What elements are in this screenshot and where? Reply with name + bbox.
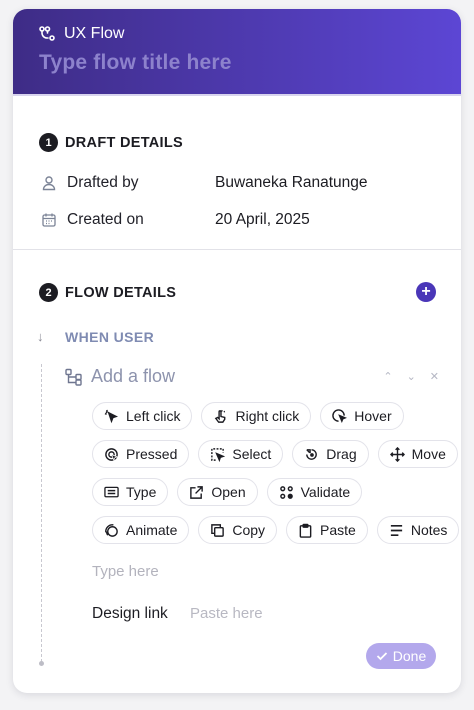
chip-label: Type: [126, 484, 157, 500]
select-box-icon: [211, 447, 226, 462]
animate-icon: [105, 523, 118, 537]
chevron-down-icon[interactable]: ⌄: [407, 370, 416, 383]
add-flow-row: Add a flow ⌃ ⌄ ✕: [65, 366, 439, 387]
pressed-chip[interactable]: Pressed: [92, 440, 190, 468]
chip-label: Select: [232, 446, 272, 462]
design-link-label: Design link: [92, 605, 168, 622]
done-button[interactable]: Done: [366, 643, 436, 669]
chip-row: Animate Copy Paste Notes: [92, 516, 460, 544]
add-flow-button[interactable]: +: [416, 282, 436, 302]
draft-details-section: 1 DRAFT DETAILS Drafted by Buwaneka Rana…: [13, 98, 461, 250]
pointer-hand-icon: [215, 409, 226, 423]
right-click-chip[interactable]: Right click: [201, 402, 312, 430]
chip-label: Right click: [235, 408, 300, 424]
copy-chip[interactable]: Copy: [198, 516, 278, 544]
type-here-input[interactable]: [92, 563, 392, 580]
cursor-click-icon: [104, 409, 119, 423]
move-chip[interactable]: Move: [377, 440, 458, 468]
chip-label: Move: [411, 446, 446, 462]
left-click-chip[interactable]: Left click: [92, 402, 193, 430]
arrow-down-icon: ↓: [37, 329, 44, 344]
animate-chip[interactable]: Animate: [92, 516, 190, 544]
drafted-by-label: Drafted by: [67, 174, 139, 191]
done-label: Done: [392, 648, 427, 664]
drag-chip[interactable]: Drag: [292, 440, 369, 468]
keyboard-icon: [104, 486, 119, 497]
timeline-line: [41, 364, 42, 662]
draft-details-heading: 1 DRAFT DETAILS: [39, 133, 183, 152]
chip-label: Validate: [300, 484, 351, 500]
clipboard-icon: [299, 523, 312, 538]
drafted-by-row: Drafted by Buwaneka Ranatunge: [41, 174, 368, 192]
type-chip[interactable]: Type: [92, 478, 169, 506]
open-chip[interactable]: Open: [177, 478, 258, 506]
ux-flow-card: UX Flow 1 DRAFT DETAILS Drafted by Buwan…: [13, 9, 461, 693]
chip-label: Animate: [126, 522, 178, 538]
calendar-icon: [41, 212, 57, 228]
select-chip[interactable]: Select: [198, 440, 284, 468]
step-number-badge: 2: [39, 283, 58, 302]
section-title: DRAFT DETAILS: [65, 134, 184, 151]
action-chips: Left click Right click Hover Pressed Sel…: [92, 402, 460, 554]
notes-lines-icon: [390, 524, 402, 536]
check-icon: [376, 652, 387, 661]
press-target-icon: [105, 447, 119, 461]
section-title: FLOW DETAILS: [65, 284, 177, 301]
step-number-badge: 1: [39, 133, 58, 152]
paste-chip[interactable]: Paste: [286, 516, 368, 544]
flow-controls: ⌃ ⌄ ✕: [383, 370, 439, 383]
created-on-label: Created on: [67, 211, 144, 228]
close-icon[interactable]: ✕: [430, 370, 439, 383]
app-name: UX Flow: [64, 25, 125, 42]
app-name-row: UX Flow: [39, 25, 435, 43]
flow-title-input[interactable]: [39, 51, 435, 75]
chip-label: Copy: [232, 522, 266, 538]
timeline-end-dot: [39, 661, 44, 666]
chip-row: Left click Right click Hover: [92, 402, 442, 430]
chip-row: Pressed Select Drag Move: [92, 440, 458, 468]
chevron-up-icon[interactable]: ⌃: [383, 370, 392, 383]
hover-chip[interactable]: Hover: [320, 402, 404, 430]
chip-label: Open: [211, 484, 246, 500]
created-on-row: Created on 20 April, 2025: [41, 211, 310, 229]
plus-icon: +: [421, 283, 431, 300]
chip-label: Drag: [326, 446, 357, 462]
drafted-by-value: Buwaneka Ranatunge: [215, 174, 368, 191]
flow-details-heading: 2 FLOW DETAILS: [39, 283, 176, 302]
validate-dots-icon: [279, 485, 293, 499]
notes-chip[interactable]: Notes: [376, 516, 460, 544]
chip-row: Type Open Validate: [92, 478, 442, 506]
flow-diagram-icon: [65, 368, 83, 386]
chip-label: Notes: [410, 522, 448, 538]
created-on-value: 20 April, 2025: [215, 211, 310, 228]
validate-chip[interactable]: Validate: [266, 478, 363, 506]
card-header: UX Flow: [13, 9, 461, 96]
open-external-icon: [190, 485, 204, 499]
flow-logo-icon: [39, 26, 56, 42]
chip-label: Hover: [354, 408, 392, 424]
chip-label: Paste: [320, 522, 356, 538]
chip-label: Left click: [126, 408, 181, 424]
move-arrows-icon: [389, 446, 405, 462]
drag-icon: [306, 448, 318, 460]
chip-label: Pressed: [126, 446, 178, 462]
when-user-label: WHEN USER: [65, 329, 155, 345]
hover-cursor-icon: [332, 408, 348, 423]
add-flow-label[interactable]: Add a flow: [91, 366, 175, 387]
design-link-input[interactable]: [190, 605, 390, 622]
copy-icon: [211, 523, 225, 537]
user-icon: [41, 175, 57, 191]
